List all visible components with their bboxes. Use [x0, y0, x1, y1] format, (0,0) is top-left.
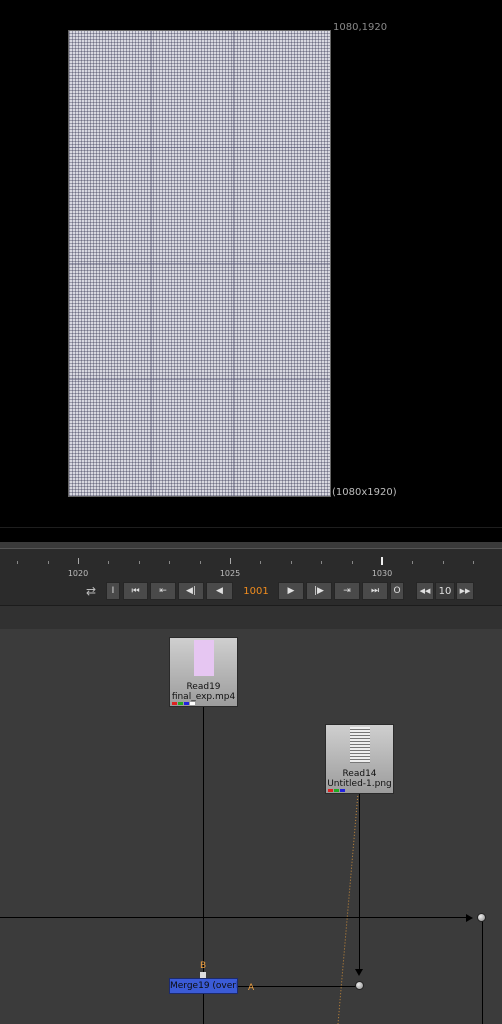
step-back-increment-button[interactable]: ◀◀ [416, 582, 434, 600]
play-forward-button[interactable]: ▶ [278, 582, 304, 600]
frame-corner-coordinate: 1080,1920 [333, 22, 388, 33]
merge-input-a-label: A [248, 983, 255, 993]
set-out-point-button[interactable]: O [390, 582, 404, 600]
ruler-tick [473, 561, 474, 564]
transport-controls: ⇄ I ⏮ ⇤ ◀| ◀ 1001 ▶ |▶ ⇥ ⏭ O ◀◀ 10 ▶▶ [0, 581, 502, 605]
ruler-tick [48, 561, 49, 564]
ruler-tick [260, 561, 261, 564]
next-frame-button[interactable]: |▶ [306, 582, 332, 600]
frame-grid-line [69, 263, 330, 264]
current-frame-field[interactable]: 1001 [236, 582, 276, 600]
channel-indicators [328, 789, 345, 792]
ruler-tick [78, 558, 79, 564]
channel-indicators [172, 702, 195, 705]
ruler-label: 1020 [67, 569, 89, 578]
read19-node[interactable]: Read19 final_exp.mp4 [169, 637, 238, 707]
timeline-ruler[interactable]: 1020 1025 1030 [0, 549, 502, 581]
ruler-tick [352, 561, 353, 564]
output-wire [482, 921, 483, 1024]
ruler-tick [169, 561, 170, 564]
viewer-image-frame [68, 30, 331, 497]
ruler-tick [200, 561, 201, 564]
node-file: final_exp.mp4 [171, 692, 236, 702]
dot-node[interactable] [477, 913, 486, 922]
ruler-label: 1025 [219, 569, 241, 578]
set-in-point-button[interactable]: I [106, 582, 120, 600]
ruler-tick [443, 561, 444, 564]
previous-keyframe-button[interactable]: ⇤ [150, 582, 176, 600]
play-backward-button[interactable]: ◀ [206, 582, 233, 600]
frame-increment-field[interactable]: 10 [435, 582, 455, 600]
frame-grid-line [69, 147, 330, 148]
read14-node[interactable]: Read14 Untitled-1.png [325, 724, 394, 794]
ruler-tick [108, 561, 109, 564]
ruler-tick [291, 561, 292, 564]
ruler-tick [230, 558, 231, 564]
frame-grid-line [69, 379, 330, 380]
ruler-tick [321, 561, 322, 564]
node-file: Untitled-1.png [327, 779, 392, 789]
expression-link-line [337, 793, 359, 1024]
step-forward-increment-button[interactable]: ▶▶ [456, 582, 474, 600]
viewer-panel[interactable]: 1080,1920 (1080x1920) [0, 0, 502, 527]
node-thumbnail [350, 727, 370, 763]
last-frame-button[interactable]: ⏭ [362, 582, 388, 600]
first-frame-button[interactable]: ⏮ [123, 582, 148, 600]
dot-node[interactable] [355, 981, 364, 990]
next-keyframe-button[interactable]: ⇥ [334, 582, 360, 600]
node-name: Read14 [342, 769, 377, 779]
ruler-label: 1030 [371, 569, 393, 578]
node-graph[interactable]: Read19 final_exp.mp4 Read14 Untitled-1.p… [0, 629, 502, 1024]
merge-input-b-label: B [200, 961, 207, 971]
wire-arrow [466, 914, 473, 922]
ruler-tick [139, 561, 140, 564]
ruler-tick [17, 561, 18, 564]
merge19-node[interactable]: Merge19 (overlay) [169, 978, 238, 994]
previous-frame-button[interactable]: ◀| [178, 582, 204, 600]
panel-divider-bar [0, 605, 502, 630]
timeline-header-bar[interactable] [0, 542, 502, 549]
node-name: Read19 [186, 682, 221, 692]
ruler-tick [412, 561, 413, 564]
node-thumbnail [194, 640, 214, 676]
format-size-label: (1080x1920) [332, 487, 397, 498]
loop-mode-icon[interactable]: ⇄ [80, 582, 102, 600]
timeline-gap [0, 528, 502, 542]
horizontal-wire [0, 917, 470, 918]
current-frame-marker[interactable] [381, 557, 383, 565]
